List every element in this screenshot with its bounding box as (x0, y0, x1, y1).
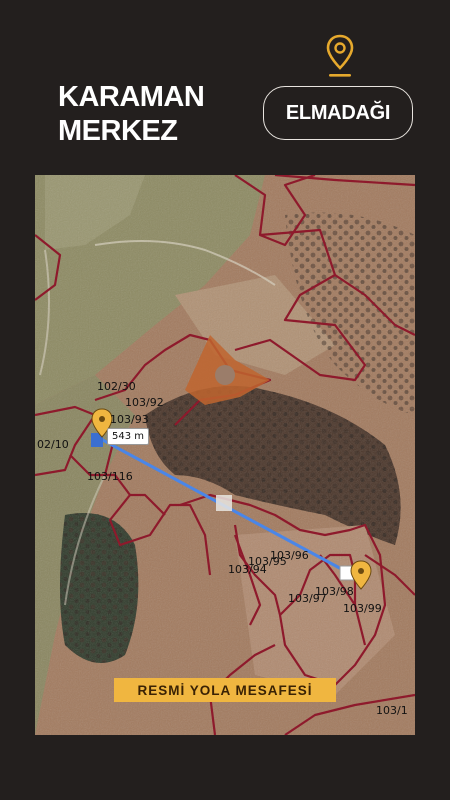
distance-label: 543 m (107, 428, 150, 445)
location-button-label: ELMADAĞI (285, 101, 391, 124)
map-canvas: 102/30 103/92 103/93 02/10 103/116 103/9… (35, 175, 415, 735)
banner-text: RESMİ YOLA MESAFESİ (137, 682, 313, 698)
satellite-map[interactable]: 102/30 103/92 103/93 02/10 103/116 103/9… (35, 175, 415, 735)
parcel-label: 02/10 (37, 438, 69, 451)
region-title-line2: MERKEZ (58, 115, 178, 147)
parcel-label: 102/30 (97, 380, 136, 393)
parcel-label: 103/116 (87, 470, 133, 483)
map-pin-icon (326, 34, 354, 77)
parcel-label: 103/97 (288, 592, 327, 605)
parcel-label: 103/93 (110, 413, 149, 426)
avatar (215, 365, 235, 385)
parcel-label: 103/1 (376, 704, 408, 717)
parcel-label: 103/99 (343, 602, 382, 615)
parcel-label: 103/94 (228, 563, 267, 576)
route-midpoint (216, 495, 232, 511)
location-button[interactable]: ELMADAĞI (263, 86, 413, 140)
road-distance-banner: RESMİ YOLA MESAFESİ (114, 678, 336, 702)
parcel-label: 103/92 (125, 396, 164, 409)
region-title-line1: KARAMAN (58, 81, 205, 113)
region-title: KARAMAN MERKEZ (58, 80, 205, 148)
